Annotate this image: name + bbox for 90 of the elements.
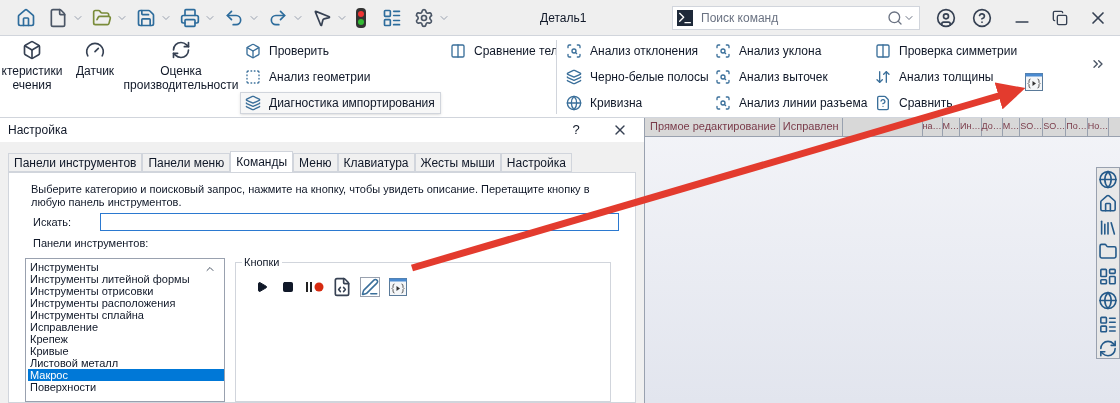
undo-icon[interactable] bbox=[224, 7, 244, 28]
new-file-icon[interactable] bbox=[48, 7, 68, 28]
ribbon-button[interactable]: Анализ отклонения bbox=[561, 40, 706, 62]
list-item[interactable]: Инструменты литейной формы bbox=[28, 272, 224, 285]
dialog-tab[interactable]: Панели инструментов bbox=[8, 153, 143, 172]
macro-icon[interactable] bbox=[388, 276, 408, 297]
dialog-title: Настройка bbox=[8, 122, 69, 139]
command-search-input[interactable]: Поиск команд bbox=[701, 8, 883, 27]
list-item[interactable]: Инструменты расположения bbox=[28, 296, 224, 309]
list-item[interactable]: Крепеж bbox=[28, 332, 224, 345]
list-item[interactable]: Поверхности bbox=[28, 380, 224, 393]
ribbon-button[interactable]: Анализ геометрии bbox=[240, 66, 441, 88]
document-tab[interactable]: на… bbox=[922, 118, 943, 136]
open-folder-icon[interactable] bbox=[92, 7, 112, 28]
gauge-icon bbox=[85, 40, 105, 60]
home-icon[interactable] bbox=[16, 7, 36, 28]
document-tab[interactable]: По… bbox=[1066, 118, 1088, 136]
list-item[interactable]: Инструменты bbox=[28, 260, 224, 273]
document-tab[interactable]: М… bbox=[942, 118, 961, 136]
macro-icon[interactable] bbox=[1024, 72, 1044, 92]
list-item[interactable]: Кривые bbox=[28, 344, 224, 357]
ribbon-button[interactable]: Диагностика импортирования bbox=[240, 92, 441, 114]
dialog-tab[interactable]: Меню bbox=[293, 153, 338, 172]
dialog-tab[interactable]: Жесты мыши bbox=[414, 153, 501, 172]
magnifier-icon bbox=[715, 95, 731, 111]
folder-icon[interactable] bbox=[1098, 242, 1118, 262]
document-tab[interactable]: Но… bbox=[1087, 118, 1110, 136]
dialog-tab[interactable]: Клавиатура bbox=[337, 153, 415, 172]
ribbon-button[interactable]: Анализ уклона bbox=[710, 40, 866, 62]
list-item[interactable]: Исправление bbox=[28, 320, 224, 333]
ribbon-button[interactable]: Кривизна bbox=[561, 92, 706, 114]
document-tab[interactable]: SO… bbox=[1043, 118, 1067, 136]
list-item[interactable]: Инструменты сплайна bbox=[28, 308, 224, 321]
ribbon-button[interactable]: Проверить bbox=[240, 40, 441, 62]
stop-icon[interactable] bbox=[282, 280, 294, 293]
redo-icon[interactable] bbox=[268, 7, 288, 28]
restore-icon[interactable] bbox=[1052, 9, 1068, 26]
dialog-tab[interactable]: Настройка bbox=[500, 153, 572, 172]
save-icon[interactable] bbox=[136, 7, 156, 28]
document-tab[interactable]: Прямое редактирование bbox=[647, 118, 780, 136]
home-icon[interactable] bbox=[1098, 194, 1118, 214]
document-tab[interactable]: Исправлен bbox=[779, 118, 843, 136]
compare-icon bbox=[450, 43, 466, 59]
search-label: Искать: bbox=[32, 214, 73, 230]
thickness-icon bbox=[875, 69, 891, 85]
new-macro-icon[interactable] bbox=[332, 276, 352, 297]
edit-macro-icon[interactable] bbox=[360, 276, 380, 297]
settings-icon[interactable] bbox=[414, 7, 434, 28]
description-text: Выберите категорию и поисковый запрос, нажмите на кнопку, чтобы увидеть описание. Перетащите кнопку в любую панель инструментов. bbox=[30, 183, 591, 209]
dialog-tab[interactable]: Команды bbox=[230, 151, 294, 173]
list-icon[interactable] bbox=[1098, 314, 1118, 334]
ball-icon[interactable] bbox=[1098, 290, 1118, 310]
print-icon[interactable] bbox=[180, 7, 200, 28]
globe-icon[interactable] bbox=[1098, 170, 1118, 190]
play-icon[interactable] bbox=[256, 280, 268, 293]
list-icon[interactable] bbox=[382, 7, 402, 28]
terminal-icon bbox=[677, 9, 693, 26]
window-title: Деталь1 bbox=[540, 9, 588, 27]
user-icon[interactable] bbox=[936, 7, 956, 28]
document-tab[interactable]: До… bbox=[981, 118, 1003, 136]
ribbon-large-button[interactable]: Датчик bbox=[64, 40, 126, 78]
help-button[interactable]: ? bbox=[564, 120, 588, 140]
panel-icon[interactable] bbox=[1098, 266, 1118, 286]
symmetry-icon bbox=[875, 43, 891, 59]
ribbon-button[interactable]: Сравнить bbox=[870, 92, 1016, 114]
search-input-field[interactable] bbox=[100, 213, 619, 231]
search-icon[interactable] bbox=[887, 9, 903, 26]
toolbars-label: Панели инструментов: bbox=[32, 236, 150, 251]
command-search-bar[interactable]: Поиск команд bbox=[672, 5, 920, 30]
list-item[interactable]: Макрос bbox=[28, 368, 224, 381]
magnifier-icon bbox=[715, 69, 731, 85]
ribbon-large-button[interactable]: Оценка производительности bbox=[126, 40, 236, 92]
document-tab[interactable]: Ин… bbox=[960, 118, 982, 136]
ribbon-button[interactable]: Черно-белые полосы bbox=[561, 66, 706, 88]
list-item[interactable]: Инструменты отрисовки bbox=[28, 284, 224, 297]
document-tab[interactable]: SO… bbox=[1020, 118, 1044, 136]
ribbon-button[interactable]: Проверка симметрии bbox=[870, 40, 1016, 62]
document-question-icon bbox=[875, 95, 891, 111]
dialog-tab[interactable]: Панели меню bbox=[142, 153, 231, 172]
list-item[interactable]: Листовой металл bbox=[28, 356, 224, 369]
help-icon[interactable] bbox=[972, 7, 992, 28]
books-icon[interactable] bbox=[1098, 218, 1118, 238]
document-tab[interactable]: М… bbox=[1002, 118, 1021, 136]
ribbon-button[interactable]: Анализ выточек bbox=[710, 66, 866, 88]
ribbon-button[interactable]: Анализ толщины bbox=[870, 66, 1016, 88]
ribbon-large-button[interactable]: ктеристики ечения bbox=[0, 40, 64, 92]
magnifier-icon bbox=[715, 43, 731, 59]
ribbon-button[interactable]: Анализ линии разъема bbox=[710, 92, 866, 114]
pause-record-icon[interactable] bbox=[306, 280, 324, 293]
refresh-icon[interactable] bbox=[1098, 338, 1118, 358]
